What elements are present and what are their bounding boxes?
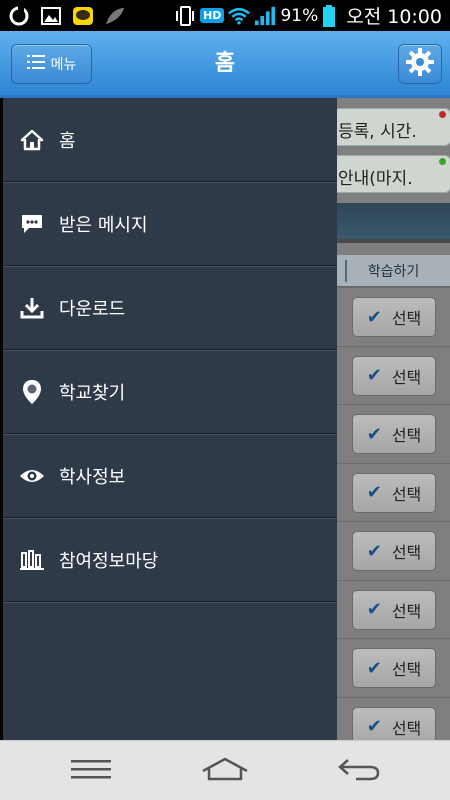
notice-item: 안내(마지.	[337, 155, 450, 193]
menu-nav-button[interactable]	[56, 749, 126, 793]
checkmark-icon: ✔	[366, 365, 382, 386]
hd-badge: HD	[200, 8, 225, 23]
signal-icon	[254, 6, 276, 26]
drawer-item-participation[interactable]: 참여정보마당	[3, 518, 337, 602]
drawer-item-label: 다운로드	[59, 298, 126, 320]
settings-button[interactable]	[398, 44, 442, 84]
drawer-item-home[interactable]: 홈	[3, 98, 337, 182]
list-item: ✔ 선택	[337, 638, 450, 696]
battery-percent: 91%	[280, 5, 319, 26]
drawer-item-find-school[interactable]: 학교찾기	[3, 350, 337, 434]
notice-dot	[439, 158, 446, 165]
status-bar: HD 91% 오전 10:00	[0, 0, 450, 31]
select-button-label: 선택	[391, 309, 422, 328]
column-header-label: 학습하기	[367, 263, 420, 280]
select-button-label: 선택	[391, 543, 422, 562]
drawer-item-label: 받은 메시지	[59, 214, 148, 236]
navigation-drawer: 홈 받은 메시지 다운로드 학교찾기 학사정보 참여정보마당	[3, 98, 337, 740]
wifi-icon	[228, 6, 251, 26]
page-title: 홈	[214, 51, 236, 76]
select-button-label: 선택	[391, 601, 422, 621]
select-button[interactable]: ✔ 선택	[352, 472, 436, 513]
notice-text: 등록, 시간.	[338, 122, 417, 142]
background-content: 등록, 시간. 안내(마지. 학습하기 ✔ 선택 ✔ 선택 ✔ 선택 ✔ 선택 ✔ 선택 ✔ 선택 ✔ 선…	[337, 98, 450, 740]
download-icon	[19, 295, 45, 321]
select-button[interactable]: ✔ 선택	[352, 355, 436, 396]
checkmark-icon: ✔	[366, 423, 382, 445]
app-header: 메뉴 홈	[0, 31, 450, 98]
list-item: ✔ 선택	[337, 287, 450, 345]
drawer-item-label: 참여정보마당	[59, 550, 159, 572]
list-item: ✔ 선택	[337, 696, 450, 740]
header-divider	[345, 260, 347, 282]
select-button[interactable]: ✔ 선택	[352, 589, 436, 630]
notice-dot	[439, 111, 446, 118]
home-outline-icon	[201, 757, 249, 785]
select-button[interactable]: ✔ 선택	[352, 297, 436, 337]
checkmark-icon: ✔	[366, 306, 382, 328]
select-button-label: 선택	[391, 718, 422, 738]
battery-icon	[322, 4, 336, 27]
checkmark-icon: ✔	[366, 599, 382, 620]
checkmark-icon: ✔	[366, 657, 382, 679]
list-item: ✔ 선택	[337, 345, 450, 404]
list-item: ✔ 선택	[337, 521, 450, 579]
status-clock: 오전 10:00	[346, 6, 442, 28]
home-nav-button[interactable]	[190, 749, 260, 793]
hamburger-icon	[71, 759, 111, 783]
eye-info-icon	[19, 463, 45, 489]
drawer-item-label: 홈	[59, 130, 76, 152]
vibrate-icon	[174, 5, 196, 26]
drawer-item-label: 학사정보	[59, 466, 126, 488]
drawer-item-download[interactable]: 다운로드	[3, 266, 337, 350]
banner-strip	[337, 203, 450, 243]
select-button[interactable]: ✔ 선택	[352, 648, 436, 688]
location-pin-icon	[19, 379, 45, 405]
select-button[interactable]: ✔ 선택	[352, 414, 436, 454]
checkmark-icon: ✔	[366, 482, 382, 503]
select-button-label: 선택	[391, 484, 422, 504]
checkmark-icon: ✔	[366, 540, 382, 562]
select-button[interactable]: ✔ 선택	[352, 531, 436, 571]
list-item: ✔ 선택	[337, 579, 450, 638]
gallery-icon	[40, 6, 62, 26]
column-header: 학습하기	[337, 255, 450, 287]
select-button[interactable]: ✔ 선택	[352, 706, 436, 740]
system-nav-bar	[0, 740, 450, 800]
list-item: ✔ 선택	[337, 462, 450, 521]
checkmark-icon: ✔	[366, 716, 382, 737]
kakaotalk-icon	[72, 6, 94, 26]
select-button-label: 선택	[391, 426, 422, 445]
home-icon	[19, 127, 45, 153]
drawer-item-messages[interactable]: 받은 메시지	[3, 182, 337, 266]
message-icon	[19, 211, 45, 237]
back-arrow-icon	[336, 756, 382, 786]
gear-icon	[405, 47, 435, 81]
notice-item: 등록, 시간.	[337, 108, 450, 146]
bar-chart-icon	[19, 547, 45, 573]
notice-text: 안내(마지.	[338, 169, 413, 189]
notification-app-icon	[8, 5, 30, 26]
select-button-label: 선택	[391, 367, 422, 387]
feather-icon	[104, 6, 126, 26]
drawer-item-label: 학교찾기	[59, 382, 126, 404]
drawer-item-academic-info[interactable]: 학사정보	[3, 434, 337, 518]
select-button-label: 선택	[391, 660, 422, 679]
back-nav-button[interactable]	[324, 749, 394, 793]
list-item: ✔ 선택	[337, 404, 450, 462]
